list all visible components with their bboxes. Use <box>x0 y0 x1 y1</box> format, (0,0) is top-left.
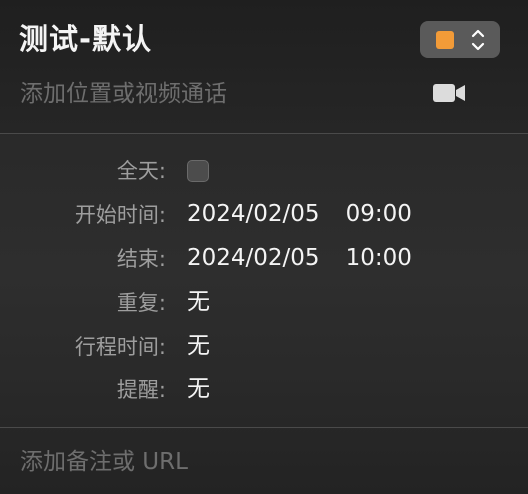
video-camera-icon[interactable] <box>432 83 466 103</box>
alert-label: 提醒: <box>116 378 166 402</box>
end-datetime[interactable]: 2024/02/05 10:00 <box>187 243 412 273</box>
calendar-color-picker[interactable] <box>420 21 500 58</box>
divider <box>0 133 528 134</box>
calendar-color-swatch <box>436 31 454 49</box>
repeat-value[interactable]: 无 <box>187 287 210 317</box>
end-label: 结束: <box>116 247 166 271</box>
start-label: 开始时间: <box>74 203 166 227</box>
location-field[interactable]: 添加位置或视频通话 <box>20 78 227 110</box>
notes-field[interactable]: 添加备注或 URL <box>20 446 188 478</box>
all-day-checkbox[interactable] <box>187 160 209 182</box>
event-title[interactable]: 测试-默认 <box>19 19 152 59</box>
all-day-label: 全天: <box>116 159 166 183</box>
divider <box>0 427 528 428</box>
travel-time-label: 行程时间: <box>74 335 166 359</box>
alert-value[interactable]: 无 <box>187 374 210 404</box>
end-date[interactable]: 2024/02/05 <box>187 243 320 273</box>
repeat-label: 重复: <box>116 291 166 315</box>
travel-time-value[interactable]: 无 <box>187 331 210 361</box>
start-datetime[interactable]: 2024/02/05 09:00 <box>187 199 412 229</box>
start-date[interactable]: 2024/02/05 <box>187 199 320 229</box>
start-time[interactable]: 09:00 <box>346 199 412 229</box>
event-popover: 测试-默认 添加位置或视频通话 全天: 开始时间: 2024/02/05 09:0… <box>0 0 528 494</box>
end-time[interactable]: 10:00 <box>346 243 412 273</box>
chevron-up-down-icon <box>471 29 485 51</box>
